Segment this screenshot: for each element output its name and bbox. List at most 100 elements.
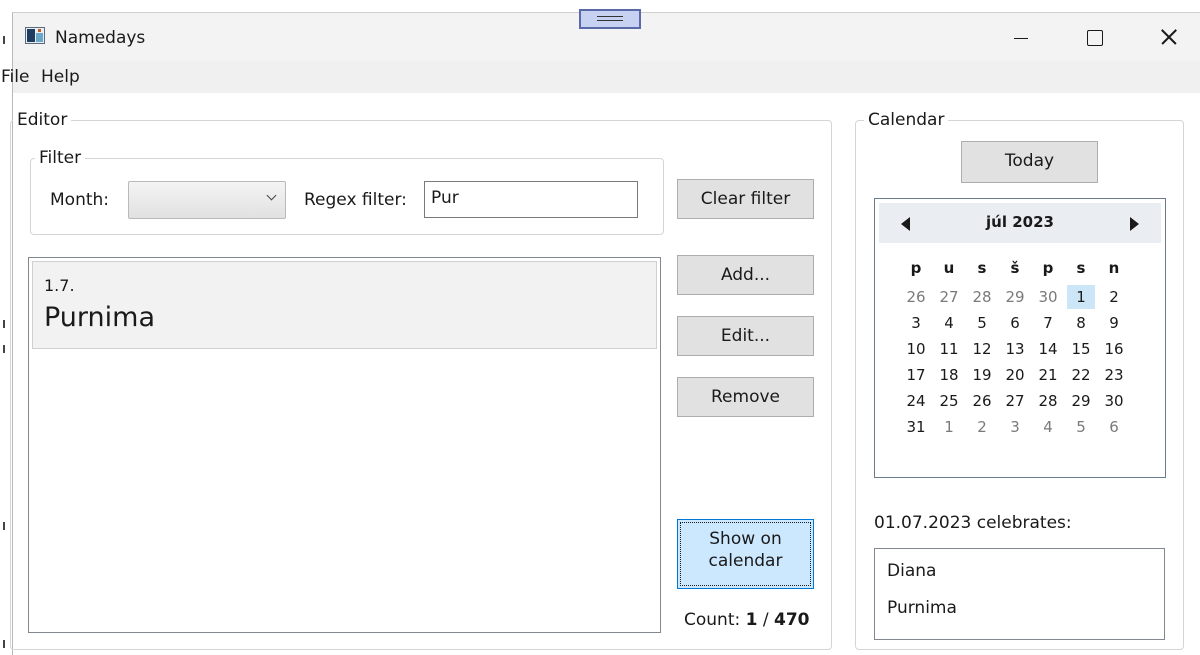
calendar-day[interactable]: 17 bbox=[902, 363, 930, 387]
nameday-list[interactable]: 1.7. Purnima bbox=[28, 257, 661, 633]
calendar-day[interactable]: 25 bbox=[935, 389, 963, 413]
calendar-day[interactable]: 6 bbox=[1001, 311, 1029, 335]
next-month-icon[interactable] bbox=[1130, 217, 1139, 231]
show-on-calendar-line2: calendar bbox=[708, 551, 783, 571]
window-title: Namedays bbox=[55, 28, 146, 48]
maximize-button[interactable] bbox=[1071, 13, 1117, 61]
list-item-name: Purnima bbox=[44, 302, 156, 333]
calendar-day[interactable]: 26 bbox=[902, 285, 930, 309]
weekday-header: s bbox=[977, 259, 987, 277]
calendar-day[interactable]: 29 bbox=[1001, 285, 1029, 309]
calendar-day[interactable]: 7 bbox=[1034, 311, 1062, 335]
app-icon bbox=[25, 27, 45, 44]
celebrant-name: Purnima bbox=[887, 598, 957, 618]
calendar-day[interactable]: 29 bbox=[1067, 389, 1095, 413]
calendar-day[interactable]: 12 bbox=[968, 337, 996, 361]
regex-filter-input[interactable]: Pur bbox=[424, 181, 638, 218]
calendar-day[interactable]: 20 bbox=[1001, 363, 1029, 387]
calendar-day[interactable]: 9 bbox=[1100, 311, 1128, 335]
weekday-header: p bbox=[910, 259, 922, 277]
calendar-group: Calendar Today júl 2023 p u s š p s n 26 27 28 29 3… bbox=[855, 109, 1184, 650]
count-text: Count: 1 / 470 bbox=[684, 610, 810, 630]
calendar-day[interactable]: 15 bbox=[1067, 337, 1095, 361]
weekday-header: u bbox=[943, 259, 955, 277]
remove-button[interactable]: Remove bbox=[677, 377, 814, 417]
calendar-day[interactable]: 27 bbox=[935, 285, 963, 309]
list-item-date: 1.7. bbox=[44, 276, 75, 295]
weekday-header: n bbox=[1108, 259, 1120, 277]
edge-tick bbox=[3, 320, 5, 328]
show-on-calendar-line1: Show on bbox=[709, 529, 782, 549]
calendar-day[interactable]: 4 bbox=[935, 311, 963, 335]
menu-help[interactable]: Help bbox=[41, 67, 80, 87]
editor-group: Editor Filter Month: Regex filter: Pur 1… bbox=[10, 109, 832, 650]
calendar-day[interactable]: 28 bbox=[968, 285, 996, 309]
edge-tick bbox=[3, 640, 5, 648]
edge-tick bbox=[3, 36, 5, 44]
calendar-day[interactable]: 21 bbox=[1034, 363, 1062, 387]
calendar-day[interactable]: 16 bbox=[1100, 337, 1128, 361]
app-window: Namedays File Help Editor Filter Month: … bbox=[1, 9, 1200, 655]
calendar-day[interactable]: 2 bbox=[968, 415, 996, 439]
today-button[interactable]: Today bbox=[961, 141, 1098, 183]
calendar-day[interactable]: 31 bbox=[902, 415, 930, 439]
calendar-day[interactable]: 22 bbox=[1067, 363, 1095, 387]
edge-tick bbox=[3, 345, 5, 353]
list-item[interactable]: 1.7. Purnima bbox=[32, 261, 657, 349]
editor-legend: Editor bbox=[13, 109, 72, 131]
calendar-day[interactable]: 23 bbox=[1100, 363, 1128, 387]
calendar-day[interactable]: 18 bbox=[935, 363, 963, 387]
regex-label: Regex filter: bbox=[304, 190, 407, 210]
minimize-button[interactable] bbox=[997, 13, 1043, 61]
calendar-day[interactable]: 3 bbox=[1001, 415, 1029, 439]
calendar-day[interactable]: 13 bbox=[1001, 337, 1029, 361]
calendar-day[interactable]: 10 bbox=[902, 337, 930, 361]
calendar-day[interactable]: 27 bbox=[1001, 389, 1029, 413]
calendar-day[interactable]: 5 bbox=[968, 311, 996, 335]
edit-button[interactable]: Edit... bbox=[677, 316, 814, 356]
calendar-day[interactable]: 3 bbox=[902, 311, 930, 335]
calendar-day[interactable]: 2 bbox=[1100, 285, 1128, 309]
weekday-header: p bbox=[1042, 259, 1054, 277]
clear-filter-button[interactable]: Clear filter bbox=[677, 179, 814, 219]
weekday-header: s bbox=[1076, 259, 1086, 277]
add-button[interactable]: Add... bbox=[677, 255, 814, 295]
filter-legend: Filter bbox=[35, 147, 86, 169]
close-button[interactable] bbox=[1145, 13, 1191, 61]
calendar-day[interactable]: 5 bbox=[1067, 415, 1095, 439]
calendar-month-title[interactable]: júl 2023 bbox=[879, 213, 1161, 231]
weekday-header: š bbox=[1010, 259, 1020, 277]
calendar-day[interactable]: 6 bbox=[1100, 415, 1128, 439]
calendar-day[interactable]: 30 bbox=[1034, 285, 1062, 309]
filter-group: Filter Month: Regex filter: Pur bbox=[30, 147, 664, 235]
chevron-down-icon bbox=[266, 190, 277, 201]
calendar-day[interactable]: 26 bbox=[968, 389, 996, 413]
calendar-day[interactable]: 30 bbox=[1100, 389, 1128, 413]
count-total: 470 bbox=[774, 610, 810, 630]
celebrants-list[interactable]: Diana Purnima bbox=[874, 548, 1165, 640]
calendar-day[interactable]: 14 bbox=[1034, 337, 1062, 361]
menu-bar: File Help bbox=[1, 61, 1200, 93]
count-shown: 1 bbox=[745, 610, 758, 630]
calendar-day[interactable]: 1 bbox=[935, 415, 963, 439]
calendar-day[interactable]: 4 bbox=[1034, 415, 1062, 439]
count-separator: / bbox=[762, 610, 769, 630]
edge-tick bbox=[3, 522, 5, 530]
title-bar[interactable]: Namedays bbox=[13, 9, 1200, 61]
show-on-calendar-button[interactable]: Show on calendar bbox=[677, 519, 814, 589]
month-label: Month: bbox=[50, 190, 110, 210]
calendar-day[interactable]: 1 bbox=[1067, 285, 1095, 309]
calendar-day[interactable]: 24 bbox=[902, 389, 930, 413]
calendar-day[interactable]: 28 bbox=[1034, 389, 1062, 413]
calendar-day[interactable]: 19 bbox=[968, 363, 996, 387]
month-calendar[interactable]: júl 2023 p u s š p s n 26 27 28 29 30 1 2 3 4 5 6 7 8 9 10 11 1… bbox=[874, 198, 1166, 478]
count-label: Count: bbox=[684, 610, 741, 630]
menu-file[interactable]: File bbox=[1, 67, 29, 87]
drag-handle-icon[interactable] bbox=[579, 9, 641, 29]
calendar-legend: Calendar bbox=[864, 109, 949, 131]
calendar-day[interactable]: 11 bbox=[935, 337, 963, 361]
calendar-day[interactable]: 8 bbox=[1067, 311, 1095, 335]
celebrates-label: 01.07.2023 celebrates: bbox=[874, 513, 1072, 533]
calendar-header: júl 2023 bbox=[879, 203, 1161, 243]
month-combobox[interactable] bbox=[128, 181, 286, 219]
